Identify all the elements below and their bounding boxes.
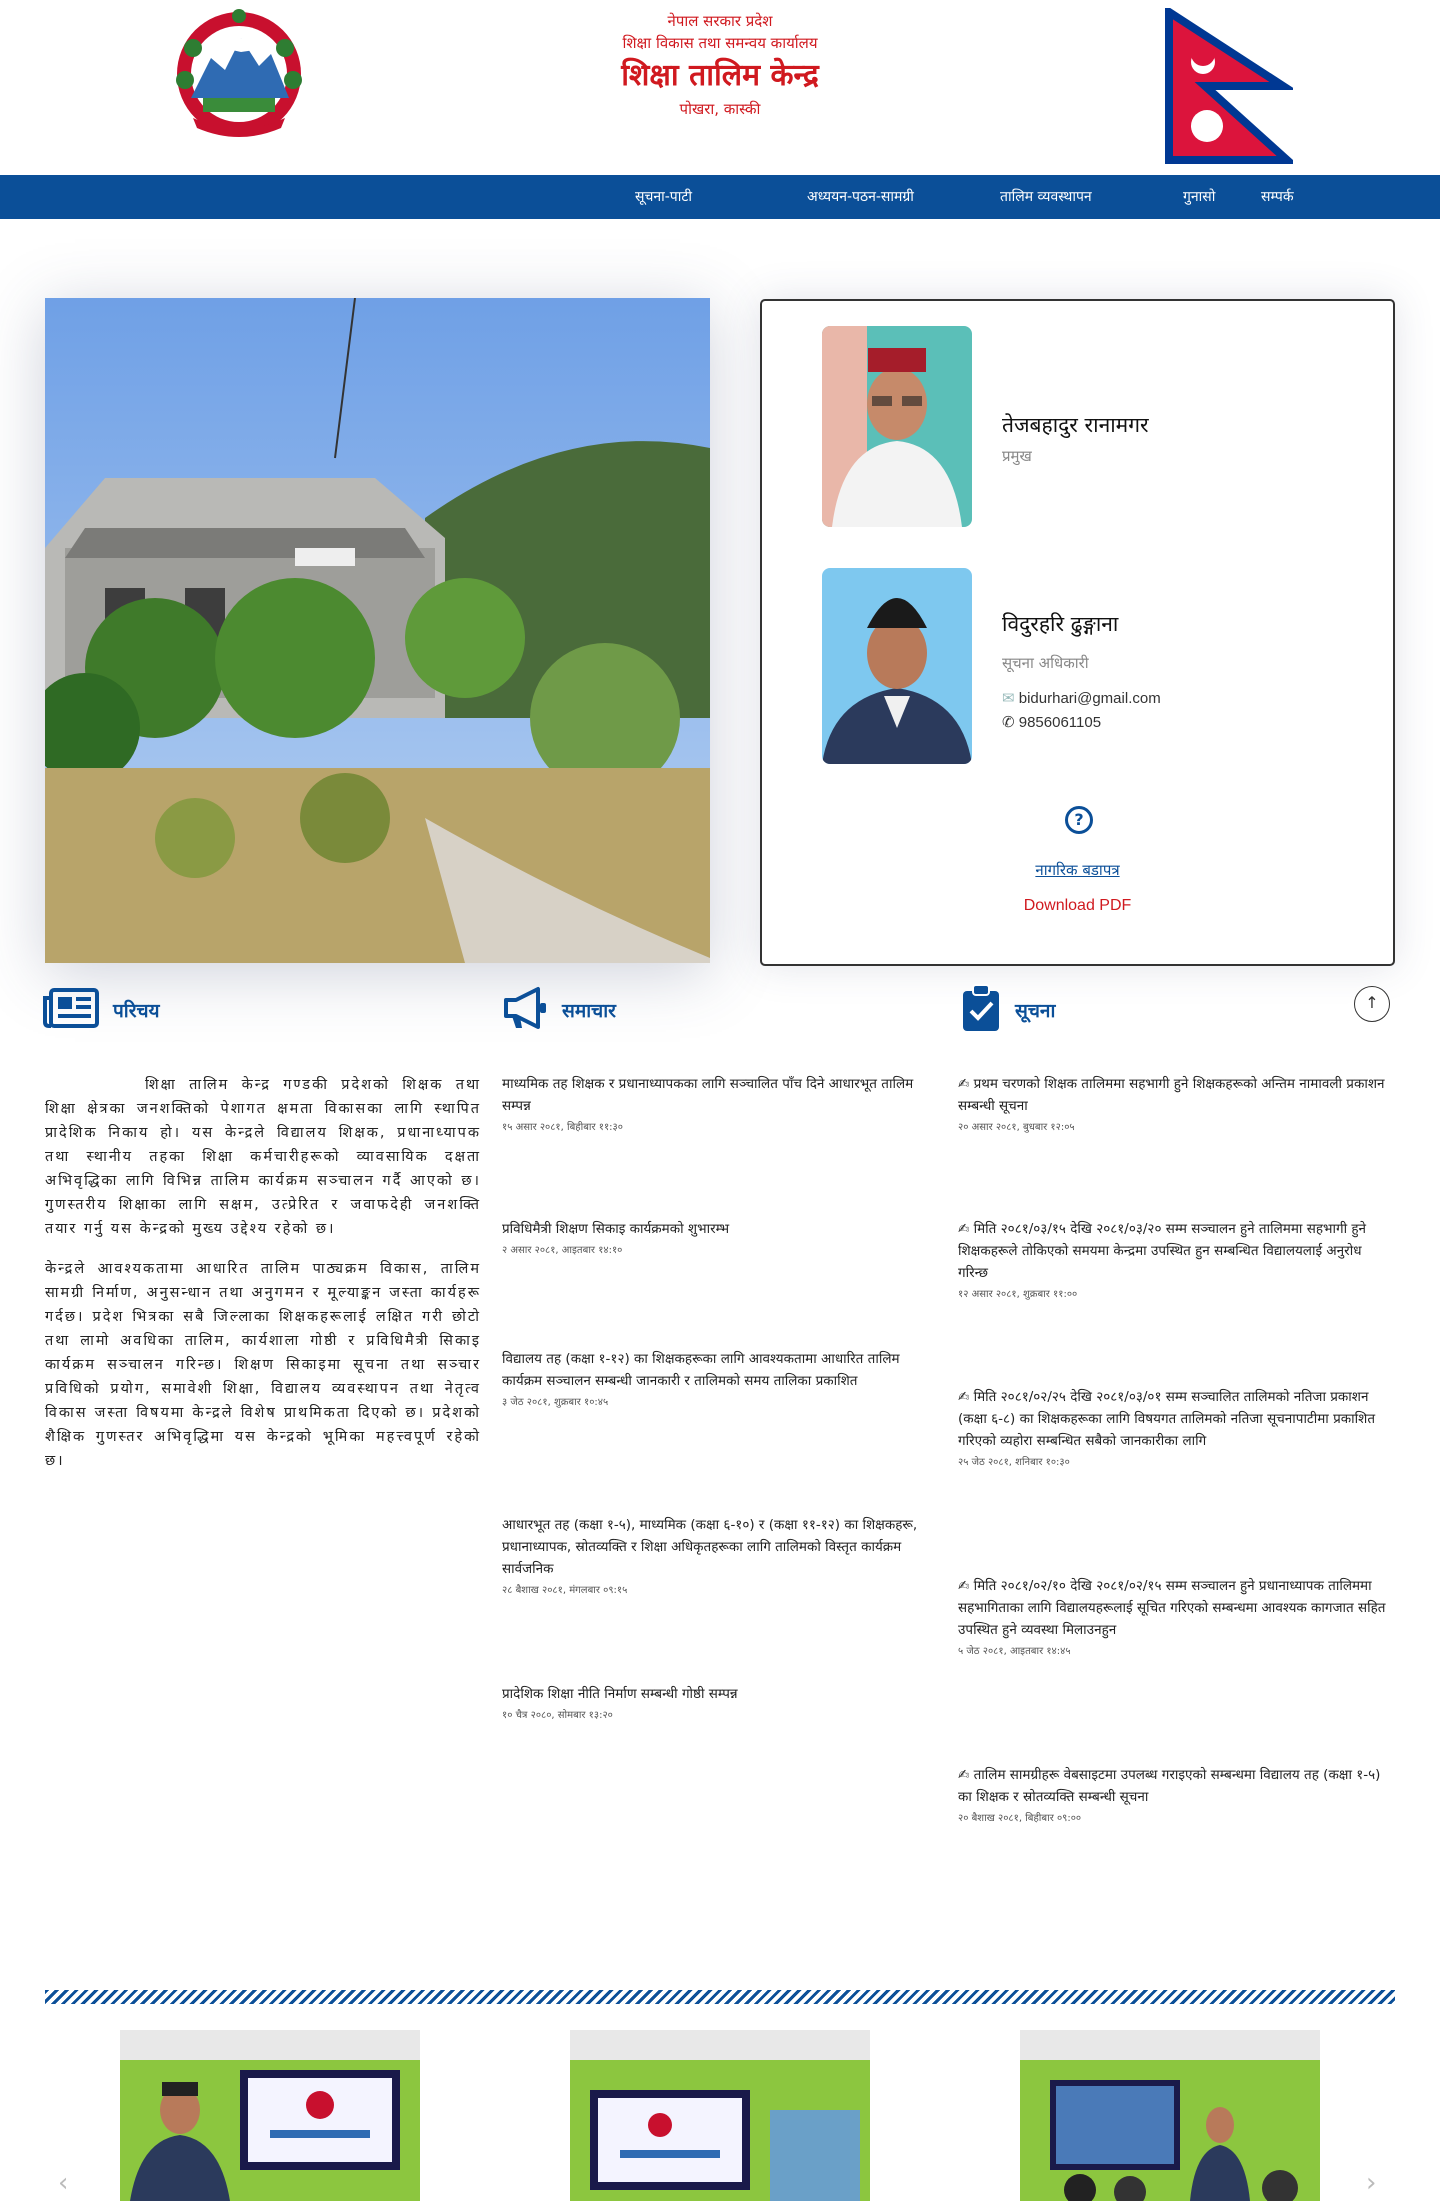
site-header: नेपाल सरकार प्रदेश शिक्षा विकास तथा समन्…: [0, 0, 1440, 175]
notice-item-date: १२ असार २०८१, शुक्रबार ११:००: [958, 1289, 1078, 1300]
gallery-image[interactable]: [1020, 2030, 1320, 2201]
info-officer-role: सूचना अधिकारी: [1002, 654, 1089, 672]
news-section-title: समाचार: [562, 1000, 616, 1022]
news-item[interactable]: आधारभूत तह (कक्षा १-५), माध्यमिक (कक्षा …: [502, 1514, 938, 1596]
news-section-header: समाचार: [502, 985, 616, 1035]
nav-item-training-management[interactable]: तालिम व्यवस्थापन: [1000, 175, 1092, 219]
news-item-date: २८ बैशाख २०८१, मंगलबार ०९:१५: [502, 1585, 628, 1596]
chief-portrait: [822, 326, 972, 527]
notice-item-title[interactable]: ✍ मिति २०८१/०३/१५ देखि २०८१/०३/२० सम्म स…: [958, 1218, 1394, 1284]
info-officer-portrait: [822, 568, 972, 764]
news-item[interactable]: प्रविधिमैत्री शिक्षण सिकाइ कार्यक्रमको श…: [502, 1218, 938, 1256]
office-building-photo: [45, 298, 710, 963]
notice-item-date: २० असार २०८१, बुधबार १२:०५: [958, 1122, 1075, 1133]
nepal-emblem-icon[interactable]: [163, 8, 315, 142]
intro-paragraph-1: शिक्षा तालिम केन्द्र गण्डकी प्रदेशको शिक…: [45, 1077, 481, 1237]
info-officer-name: विदुरहरि ढुङ्गाना: [1002, 612, 1119, 636]
notice-item-title[interactable]: ✍ मिति २०८१/०२/१० देखि २०८१/०२/१५ सम्म स…: [958, 1575, 1394, 1641]
intro-section-header: परिचय: [43, 985, 160, 1035]
news-item-title[interactable]: माध्यमिक तह शिक्षक र प्रधानाध्यापकका लाग…: [502, 1073, 938, 1117]
gallery-image[interactable]: [570, 2030, 870, 2201]
news-item-date: २ असार २०८१, आइतबार १४:१०: [502, 1245, 623, 1256]
notice-item-title[interactable]: ✍ तालिम सामग्रीहरू वेबसाइटमा उपलब्ध गराइ…: [958, 1764, 1394, 1808]
megaphone-icon: [502, 986, 548, 1034]
notice-item[interactable]: ✍ प्रथम चरणको शिक्षक तालिममा सहभागी हुने…: [958, 1073, 1394, 1133]
intro-text: शिक्षा तालिम केन्द्र गण्डकी प्रदेशको शिक…: [45, 1073, 481, 1489]
news-item[interactable]: प्रादेशिक शिक्षा नीति निर्माण सम्बन्धी ग…: [502, 1683, 938, 1721]
news-item-title[interactable]: प्रादेशिक शिक्षा नीति निर्माण सम्बन्धी ग…: [502, 1683, 938, 1705]
notice-item-date: २५ जेठ २०८१, शनिबार १०:३०: [958, 1457, 1070, 1468]
citizen-charter-link[interactable]: नागरिक बडापत्र: [762, 860, 1393, 880]
main-navbar: सूचना-पाटी अध्ययन-पठन-सामग्री तालिम व्यव…: [0, 175, 1440, 219]
notice-item[interactable]: ✍ मिति २०८१/०२/२५ देखि २०८१/०३/०१ सम्म स…: [958, 1386, 1394, 1468]
newspaper-icon: [43, 988, 99, 1032]
nav-item-notice-board[interactable]: सूचना-पाटी: [635, 175, 692, 219]
news-item-date: ३ जेठ २०८१, शुक्रबार १०:४५: [502, 1397, 609, 1408]
nepal-flag-icon: [1163, 4, 1298, 164]
envelope-icon: ✉: [1002, 690, 1015, 707]
staff-info-card: तेजबहादुर रानामगर प्रमुख विदुरहरि ढुङ्गा…: [760, 299, 1395, 966]
info-officer-phone-row: ✆ 9856061105: [1002, 713, 1101, 731]
question-icon: ?: [1065, 806, 1093, 834]
notice-item[interactable]: ✍ तालिम सामग्रीहरू वेबसाइटमा उपलब्ध गराइ…: [958, 1764, 1394, 1824]
info-officer-email[interactable]: bidurhari@gmail.com: [1019, 690, 1161, 707]
nav-item-contact[interactable]: सम्पर्क: [1261, 175, 1294, 219]
download-pdf-link[interactable]: Download PDF: [762, 897, 1393, 915]
notice-item-date: २० बैशाख २०८१, बिहीबार ०९:००: [958, 1813, 1082, 1824]
intro-paragraph-2: केन्द्रले आवश्यकतामा आधारित तालिम पाठ्यक…: [45, 1261, 481, 1469]
clipboard-check-icon: [961, 983, 1001, 1037]
notices-section-title: सूचना: [1015, 1000, 1056, 1022]
notice-item[interactable]: ✍ मिति २०८१/०३/१५ देखि २०८१/०३/२० सम्म स…: [958, 1218, 1394, 1300]
notices-section-header: सूचना: [961, 983, 1056, 1037]
header-line-1: नेपाल सरकार प्रदेश: [667, 12, 773, 30]
news-item-title[interactable]: प्रविधिमैत्री शिक्षण सिकाइ कार्यक्रमको श…: [502, 1218, 938, 1240]
phone-icon: ✆: [1002, 714, 1015, 731]
nav-item-grievance[interactable]: गुनासो: [1183, 175, 1215, 219]
header-location: पोखरा, कास्की: [679, 100, 761, 118]
header-line-2: शिक्षा विकास तथा समन्वय कार्यालय: [622, 34, 818, 52]
scroll-to-top-button[interactable]: ↑: [1354, 986, 1390, 1022]
intro-section-title: परिचय: [113, 1000, 160, 1022]
site-title[interactable]: शिक्षा तालिम केन्द्र: [480, 54, 960, 98]
news-item-date: १० चैत्र २०८०, सोमबार १३:२०: [502, 1710, 613, 1721]
gallery-image[interactable]: [120, 2030, 420, 2201]
notice-item[interactable]: ✍ मिति २०८१/०२/१० देखि २०८१/०२/१५ सम्म स…: [958, 1575, 1394, 1657]
chief-name: तेजबहादुर रानामगर: [1002, 413, 1149, 437]
carousel-prev-icon[interactable]: ‹: [58, 2168, 68, 2198]
news-item-title[interactable]: आधारभूत तह (कक्षा १-५), माध्यमिक (कक्षा …: [502, 1514, 938, 1580]
news-item-title[interactable]: विद्यालय तह (कक्षा १-१२) का शिक्षकहरूका …: [502, 1348, 938, 1392]
chief-role: प्रमुख: [1002, 447, 1032, 465]
news-item[interactable]: विद्यालय तह (कक्षा १-१२) का शिक्षकहरूका …: [502, 1348, 938, 1408]
info-officer-email-row[interactable]: ✉ bidurhari@gmail.com: [1002, 689, 1161, 707]
news-item[interactable]: माध्यमिक तह शिक्षक र प्रधानाध्यापकका लाग…: [502, 1073, 938, 1133]
header-titles: नेपाल सरकार प्रदेश शिक्षा विकास तथा समन्…: [480, 10, 960, 120]
notice-item-title[interactable]: ✍ प्रथम चरणको शिक्षक तालिममा सहभागी हुने…: [958, 1073, 1394, 1117]
news-item-date: १५ असार २०८१, बिहीबार ११:३०: [502, 1122, 623, 1133]
info-officer-phone: 9856061105: [1018, 714, 1102, 731]
section-divider: [45, 1990, 1395, 2004]
notice-item-date: ५ जेठ २०८१, आइतबार १४:४५: [958, 1646, 1071, 1657]
nav-item-study-materials[interactable]: अध्ययन-पठन-सामग्री: [807, 175, 914, 219]
carousel-next-icon[interactable]: ›: [1366, 2168, 1376, 2198]
notice-item-title[interactable]: ✍ मिति २०८१/०२/२५ देखि २०८१/०३/०१ सम्म स…: [958, 1386, 1394, 1452]
